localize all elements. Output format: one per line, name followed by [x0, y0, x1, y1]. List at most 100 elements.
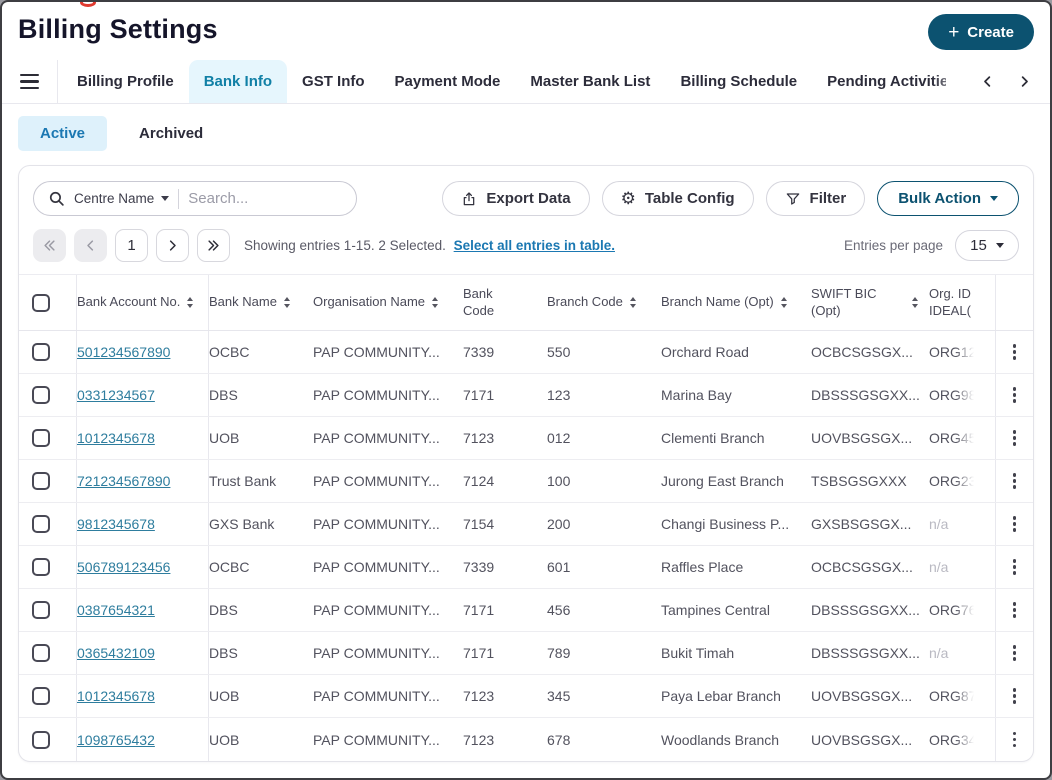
chevron-left-icon	[980, 74, 995, 89]
row-actions-menu-icon[interactable]	[1009, 598, 1021, 622]
tabs-scroll-right-button[interactable]	[1017, 74, 1032, 89]
subtab-active[interactable]: Active	[18, 116, 107, 151]
row-checkbox[interactable]	[32, 515, 50, 533]
entries-per-page-dropdown[interactable]: 15	[955, 230, 1019, 261]
search-category-label: Centre Name	[74, 191, 154, 206]
column-header-swift-bic-opt[interactable]: SWIFT BIC (Opt)	[811, 286, 929, 320]
sort-icon[interactable]	[432, 297, 438, 308]
bank-account-link[interactable]: 0387654321	[77, 602, 155, 618]
branch-name-cell: Paya Lebar Branch	[661, 688, 811, 704]
row-actions-menu-icon[interactable]	[1009, 512, 1021, 536]
sort-icon[interactable]	[781, 297, 787, 308]
swift-bic-cell: UOVBSGSGX...	[811, 688, 929, 704]
row-actions-menu-icon[interactable]	[1009, 684, 1021, 708]
org-id-cell: ORG12	[929, 344, 995, 360]
branch-name-cell: Raffles Place	[661, 559, 811, 575]
table-row: 501234567890OCBCPAP COMMUNITY...7339550O…	[19, 331, 1033, 374]
row-checkbox[interactable]	[32, 558, 50, 576]
row-actions-menu-icon[interactable]	[1009, 469, 1021, 493]
sort-icon[interactable]	[630, 297, 636, 308]
current-page-button[interactable]: 1	[115, 229, 148, 262]
column-header-branch-name-opt[interactable]: Branch Name (Opt)	[661, 294, 811, 311]
search-box[interactable]: Centre Name	[33, 181, 357, 216]
row-actions-menu-icon[interactable]	[1009, 340, 1021, 364]
last-page-button[interactable]	[197, 229, 230, 262]
row-checkbox[interactable]	[32, 386, 50, 404]
row-checkbox[interactable]	[32, 687, 50, 705]
column-header-bank-account-no[interactable]: Bank Account No.	[77, 275, 209, 330]
row-checkbox[interactable]	[32, 601, 50, 619]
search-input[interactable]	[188, 190, 342, 207]
export-data-label: Export Data	[486, 190, 570, 207]
row-actions-menu-icon[interactable]	[1009, 728, 1021, 752]
export-data-button[interactable]: Export Data	[442, 181, 589, 216]
table-card: Centre Name Export Data ⚙ Table Config F…	[18, 165, 1034, 762]
swift-bic-cell: UOVBSGSGX...	[811, 732, 929, 748]
bank-code-cell: 7171	[463, 602, 547, 618]
row-checkbox[interactable]	[32, 731, 50, 749]
filter-button[interactable]: Filter	[766, 181, 866, 216]
previous-page-button[interactable]	[74, 229, 107, 262]
sort-icon[interactable]	[284, 297, 290, 308]
page-title: Billing Settings	[18, 14, 218, 45]
row-checkbox[interactable]	[32, 472, 50, 490]
branch-name-cell: Changi Business P...	[661, 516, 811, 532]
tab-bar: Billing ProfileBank InfoGST InfoPayment …	[2, 60, 1050, 104]
select-all-entries-link[interactable]: Select all entries in table.	[454, 238, 615, 253]
tab-billing-profile[interactable]: Billing Profile	[62, 60, 189, 103]
subtab-archived[interactable]: Archived	[117, 116, 225, 151]
tab-pending-activities[interactable]: Pending Activities	[812, 60, 946, 103]
tab-payment-mode[interactable]: Payment Mode	[380, 60, 516, 103]
search-category-dropdown[interactable]: Centre Name	[74, 191, 169, 206]
table-row: 721234567890Trust BankPAP COMMUNITY...71…	[19, 460, 1033, 503]
bank-name-cell: GXS Bank	[209, 516, 313, 532]
column-header-organisation-name[interactable]: Organisation Name	[313, 294, 463, 311]
swift-bic-cell: OCBCSGSGX...	[811, 344, 929, 360]
billing-settings-window: Billing Settings + Create Billing Profil…	[0, 0, 1052, 780]
bulk-action-button[interactable]: Bulk Action	[877, 181, 1019, 216]
select-all-checkbox[interactable]	[32, 294, 50, 312]
column-header-branch-code[interactable]: Branch Code	[547, 294, 661, 311]
column-header-bank-name[interactable]: Bank Name	[209, 294, 313, 311]
bank-account-link[interactable]: 506789123456	[77, 559, 170, 575]
bank-account-link[interactable]: 1012345678	[77, 430, 155, 446]
org-id-cell: ORG76	[929, 602, 995, 618]
bank-code-cell: 7339	[463, 344, 547, 360]
row-checkbox[interactable]	[32, 343, 50, 361]
bank-account-cell: 0331234567	[77, 374, 209, 416]
bank-account-link[interactable]: 501234567890	[77, 344, 170, 360]
bank-code-cell: 7171	[463, 645, 547, 661]
sort-icon[interactable]	[912, 297, 918, 308]
bank-account-link[interactable]: 0365432109	[77, 645, 155, 661]
table-config-button[interactable]: ⚙ Table Config	[602, 181, 754, 216]
row-checkbox[interactable]	[32, 429, 50, 447]
table-row: 9812345678GXS BankPAP COMMUNITY...715420…	[19, 503, 1033, 546]
chevron-right-icon	[1017, 74, 1032, 89]
tabs-scroll-left-button[interactable]	[980, 74, 995, 89]
first-page-button[interactable]	[33, 229, 66, 262]
bank-account-cell: 501234567890	[77, 331, 209, 373]
tab-bank-info[interactable]: Bank Info	[189, 60, 287, 103]
row-actions-menu-icon[interactable]	[1009, 555, 1021, 579]
next-page-button[interactable]	[156, 229, 189, 262]
tab-gst-info[interactable]: GST Info	[287, 60, 380, 103]
row-actions-menu-icon[interactable]	[1009, 641, 1021, 665]
tab-master-bank-list[interactable]: Master Bank List	[515, 60, 665, 103]
bank-account-link[interactable]: 721234567890	[77, 473, 170, 489]
row-checkbox[interactable]	[32, 644, 50, 662]
bank-code-cell: 7339	[463, 559, 547, 575]
column-header-org-id-i-ideal: Org. ID iIDEAL( (	[929, 286, 995, 320]
row-actions-menu-icon[interactable]	[1009, 426, 1021, 450]
tab-billing-schedule[interactable]: Billing Schedule	[665, 60, 812, 103]
double-chevron-left-icon	[42, 238, 57, 253]
bank-account-link[interactable]: 1098765432	[77, 732, 155, 748]
branch-name-cell: Clementi Branch	[661, 430, 811, 446]
bank-account-link[interactable]: 0331234567	[77, 387, 155, 403]
menu-icon[interactable]	[2, 60, 58, 103]
bank-account-link[interactable]: 9812345678	[77, 516, 155, 532]
actions-column-header	[995, 275, 1033, 330]
create-button[interactable]: + Create	[928, 14, 1034, 50]
row-actions-menu-icon[interactable]	[1009, 383, 1021, 407]
bank-account-link[interactable]: 1012345678	[77, 688, 155, 704]
sort-icon[interactable]	[187, 297, 193, 308]
